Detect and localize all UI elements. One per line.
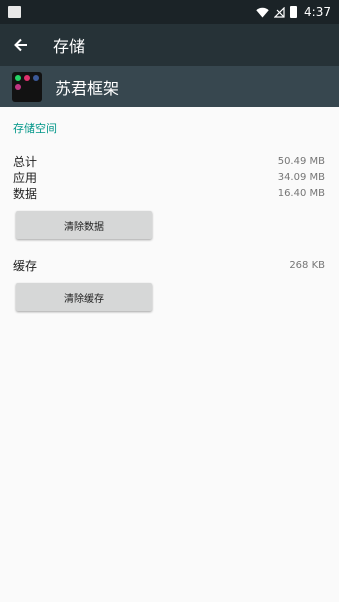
status-bar: 4:37 [0,0,339,24]
camera-icon [15,83,21,90]
app-name: 苏君框架 [55,78,120,98]
cache-value: 268 KB [289,260,325,271]
page-title: 存储 [53,37,86,56]
clear-cache-button[interactable]: 清除缓存 [16,283,152,311]
wifi-icon [256,7,269,17]
facebook-icon [33,74,39,81]
row-value: 16.40 MB [277,188,325,199]
app-header: 苏君框架 [0,66,339,107]
whatsapp-icon [15,74,21,81]
status-time: 4:37 [304,5,331,19]
battery-icon [290,6,298,18]
back-button[interactable] [0,24,42,66]
clear-data-button[interactable]: 清除数据 [16,211,152,239]
row-label: 数据 [13,187,38,201]
no-signal-icon [274,6,285,18]
cache-label: 缓存 [13,259,38,273]
status-icons: 4:37 [256,5,331,19]
row-label: 应用 [13,171,38,185]
storage-row-data: 数据 16.40 MB [13,185,325,202]
storage-section-title: 存储空间 [13,122,57,135]
row-value: 50.49 MB [277,156,325,167]
instagram-icon [24,74,30,81]
row-value: 34.09 MB [277,172,325,183]
row-label: 总计 [13,155,38,169]
cache-row: 缓存 268 KB [13,257,325,274]
screenshot-notification-icon [8,6,21,18]
storage-row-total: 总计 50.49 MB [13,153,325,170]
arrow-left-icon [14,38,27,52]
app-icon [12,71,42,102]
app-bar: 存储 [0,24,339,66]
storage-row-app: 应用 34.09 MB [13,169,325,186]
